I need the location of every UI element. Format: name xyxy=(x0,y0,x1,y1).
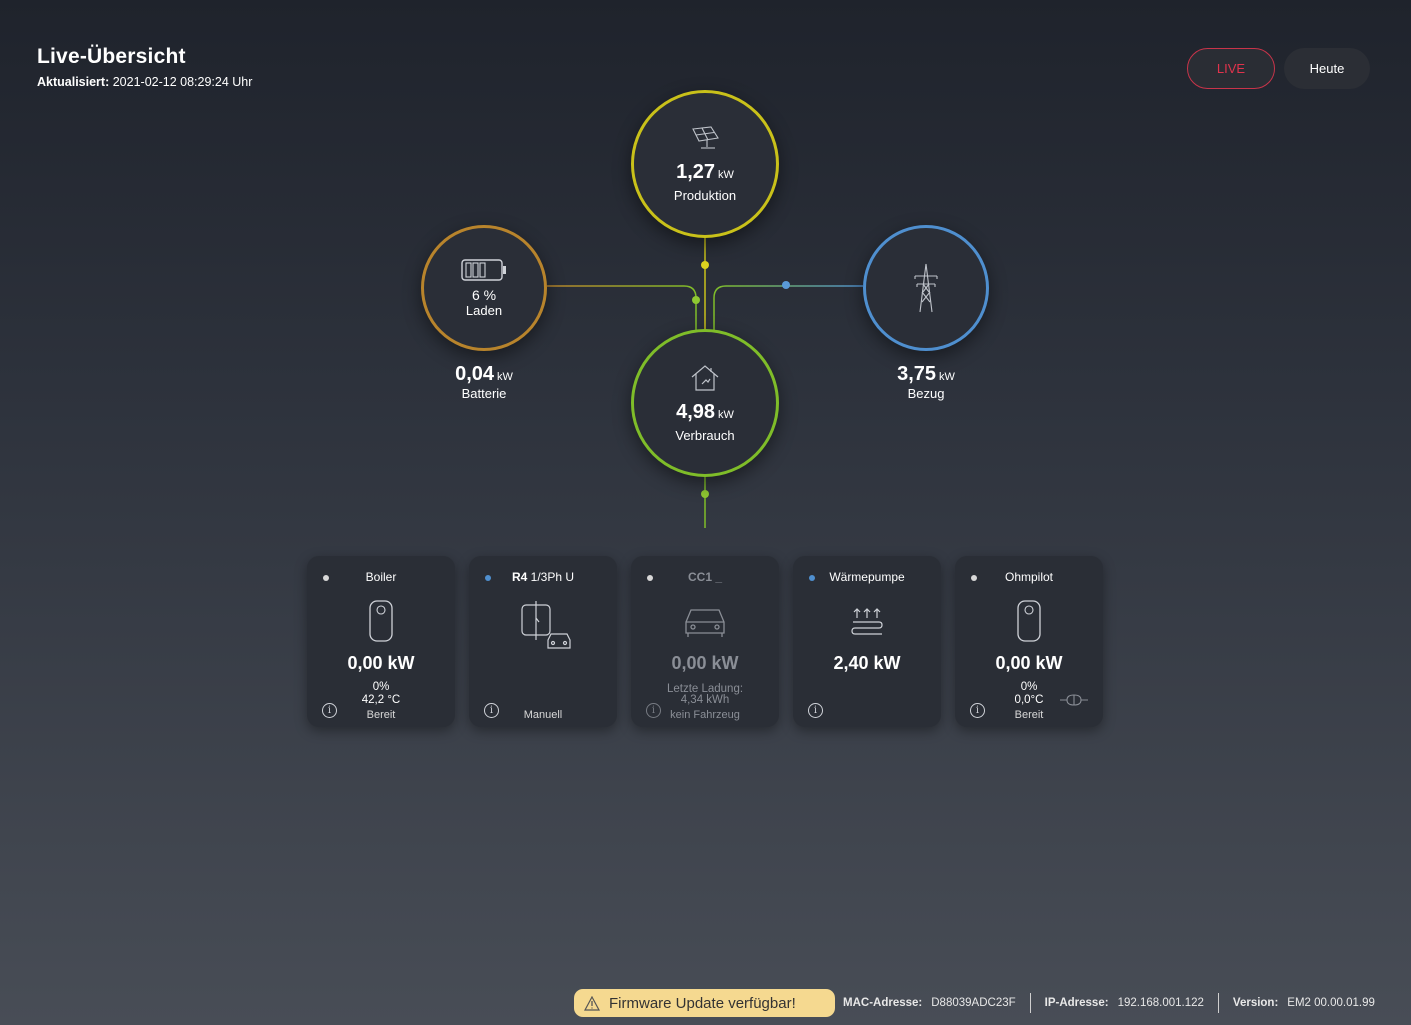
house-icon xyxy=(691,365,719,391)
device-percent: 0% xyxy=(372,681,390,693)
device-power: 0,00 kW xyxy=(347,653,415,673)
footer: Firmware Update verfügbar! MAC-Adresse: D… xyxy=(574,989,1375,1017)
firmware-update-banner[interactable]: Firmware Update verfügbar! xyxy=(574,989,835,1017)
info-icon[interactable]: i xyxy=(808,703,823,718)
production-flow-dot xyxy=(701,261,709,269)
mac-label: MAC-Adresse: xyxy=(843,997,923,1009)
battery-state: Laden xyxy=(465,302,503,318)
ip-value: 192.168.001.122 xyxy=(1117,997,1204,1009)
updated-value: 2021-02-12 08:29:24 Uhr xyxy=(112,75,253,89)
heating-element-icon xyxy=(1060,694,1088,706)
info-icon[interactable]: i xyxy=(646,703,661,718)
updated-label: Aktualisiert: xyxy=(37,75,110,89)
firmware-update-text: Firmware Update verfügbar! xyxy=(609,994,796,1012)
divider xyxy=(1217,993,1219,1013)
device-meta: MAC-Adresse: D88039ADC23F IP-Adresse: 192.… xyxy=(843,993,1375,1013)
device-name: Ohmpilot xyxy=(1004,570,1054,584)
boiler-icon xyxy=(1017,600,1041,642)
device-power: 0,00 kW xyxy=(671,653,739,673)
version-label: Version: xyxy=(1232,997,1279,1009)
today-button[interactable]: Heute xyxy=(1284,48,1370,89)
heat-pump-icon xyxy=(851,608,883,635)
car-icon xyxy=(685,609,725,637)
device-name: Wärmepumpe xyxy=(829,570,905,584)
power-pylon-icon xyxy=(914,263,938,313)
battery-percent: 6 % xyxy=(471,286,497,303)
device-cards: Boiler 0,00 kW 0% 42,2 °C Bereit i R4 1/… xyxy=(307,556,1103,727)
device-card-r4[interactable]: R4 1/3Ph U Manuell i xyxy=(469,556,617,727)
consumption-value: 4,98 kW xyxy=(676,401,734,423)
device-power: 2,40 kW xyxy=(833,653,901,673)
production-value: 1,27 kW xyxy=(676,161,734,183)
grid-flow-line xyxy=(713,285,863,330)
updated-timestamp: Aktualisiert: 2021-02-12 08:29:24 Uhr xyxy=(37,75,252,89)
battery-node[interactable]: 6 % Laden xyxy=(421,225,547,351)
version-value: EM2 00.00.01.99 xyxy=(1287,997,1375,1009)
wallbox-car-icon xyxy=(521,601,571,649)
battery-summary: 0,04 kW Batterie xyxy=(414,363,554,401)
battery-flow-line xyxy=(547,285,697,330)
warning-icon xyxy=(584,995,600,1011)
page-title: Live-Übersicht xyxy=(37,45,186,68)
device-power: 0,00 kW xyxy=(995,653,1063,673)
consumption-node[interactable]: 4,98 kW Verbrauch xyxy=(631,329,779,477)
device-name: Boiler xyxy=(365,570,397,584)
consumption-label: Verbrauch xyxy=(675,428,735,443)
info-icon[interactable]: i xyxy=(322,703,337,718)
live-button[interactable]: LIVE xyxy=(1187,48,1275,89)
grid-value: 3,75 kW xyxy=(897,363,955,385)
grid-flow-dot xyxy=(782,281,790,289)
battery-flow-dot xyxy=(692,296,700,304)
device-name: CC1 _ xyxy=(687,570,722,584)
battery-label: Batterie xyxy=(461,386,507,401)
battery-value: 0,04 kW xyxy=(455,363,513,385)
header: Live-Übersicht Aktualisiert: 2021-02-12 … xyxy=(37,45,252,89)
device-card-cc1[interactable]: CC1 _ 0,00 kW Letzte Ladung: 4,34 kWh ke… xyxy=(631,556,779,727)
device-card-ohmpilot[interactable]: Ohmpilot 0,00 kW 0% 0,0°C Bereit i xyxy=(955,556,1103,727)
production-node[interactable]: 1,27 kW Produktion xyxy=(631,90,779,238)
ip-label: IP-Adresse: xyxy=(1044,997,1109,1009)
grid-node[interactable] xyxy=(863,225,989,351)
solar-panel-icon xyxy=(692,126,719,149)
boiler-icon xyxy=(369,600,393,642)
device-card-heat-pump[interactable]: Wärmepumpe 2,40 kW i xyxy=(793,556,941,727)
grid-summary: 3,75 kW Bezug xyxy=(856,363,996,401)
consumption-flow-dot xyxy=(701,490,709,498)
device-name: R4 1/3Ph U xyxy=(511,570,575,584)
info-icon[interactable]: i xyxy=(970,703,985,718)
info-icon[interactable]: i xyxy=(484,703,499,718)
grid-label: Bezug xyxy=(907,386,945,401)
device-card-boiler[interactable]: Boiler 0,00 kW 0% 42,2 °C Bereit i xyxy=(307,556,455,727)
battery-icon xyxy=(461,258,506,281)
mac-value: D88039ADC23F xyxy=(931,997,1016,1009)
production-label: Produktion xyxy=(673,188,737,203)
divider xyxy=(1029,993,1031,1013)
